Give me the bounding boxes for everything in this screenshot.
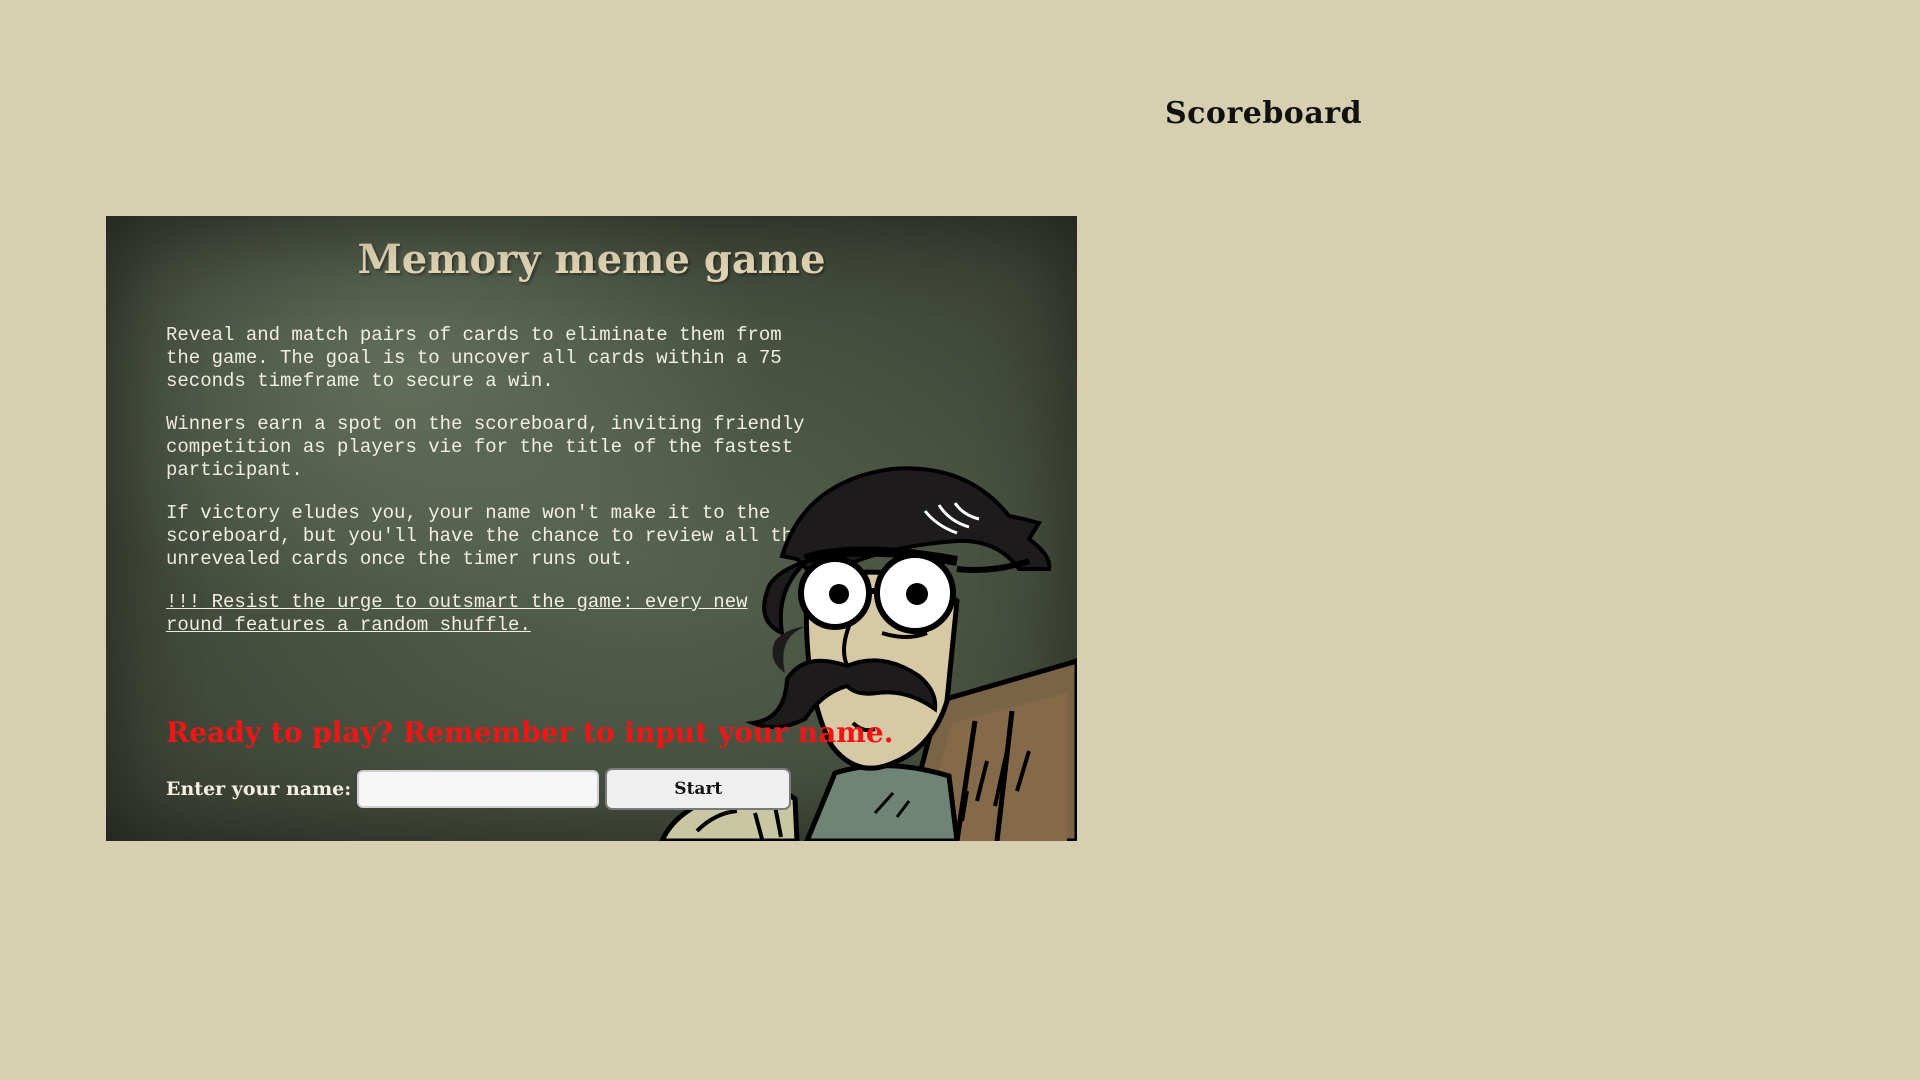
start-button[interactable]: Start xyxy=(605,768,792,810)
name-form: Enter your name: Start xyxy=(166,768,792,810)
game-title: Memory meme game xyxy=(357,236,826,283)
game-panel: Memory meme game Reveal and match pairs … xyxy=(106,216,1077,841)
scoreboard-title: Scoreboard xyxy=(1165,96,1363,131)
ready-prompt: Ready to play? Remember to input your na… xyxy=(166,716,894,749)
rules-paragraph: Reveal and match pairs of cards to elimi… xyxy=(166,324,782,392)
name-label: Enter your name: xyxy=(166,778,352,800)
name-input[interactable] xyxy=(357,770,600,808)
